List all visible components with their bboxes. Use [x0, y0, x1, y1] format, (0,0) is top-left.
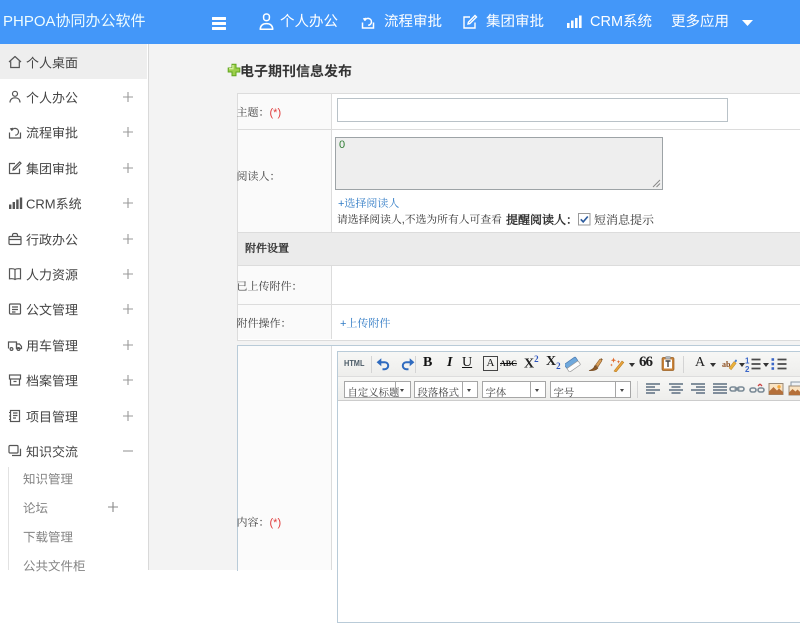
svg-text:2: 2	[745, 365, 750, 372]
